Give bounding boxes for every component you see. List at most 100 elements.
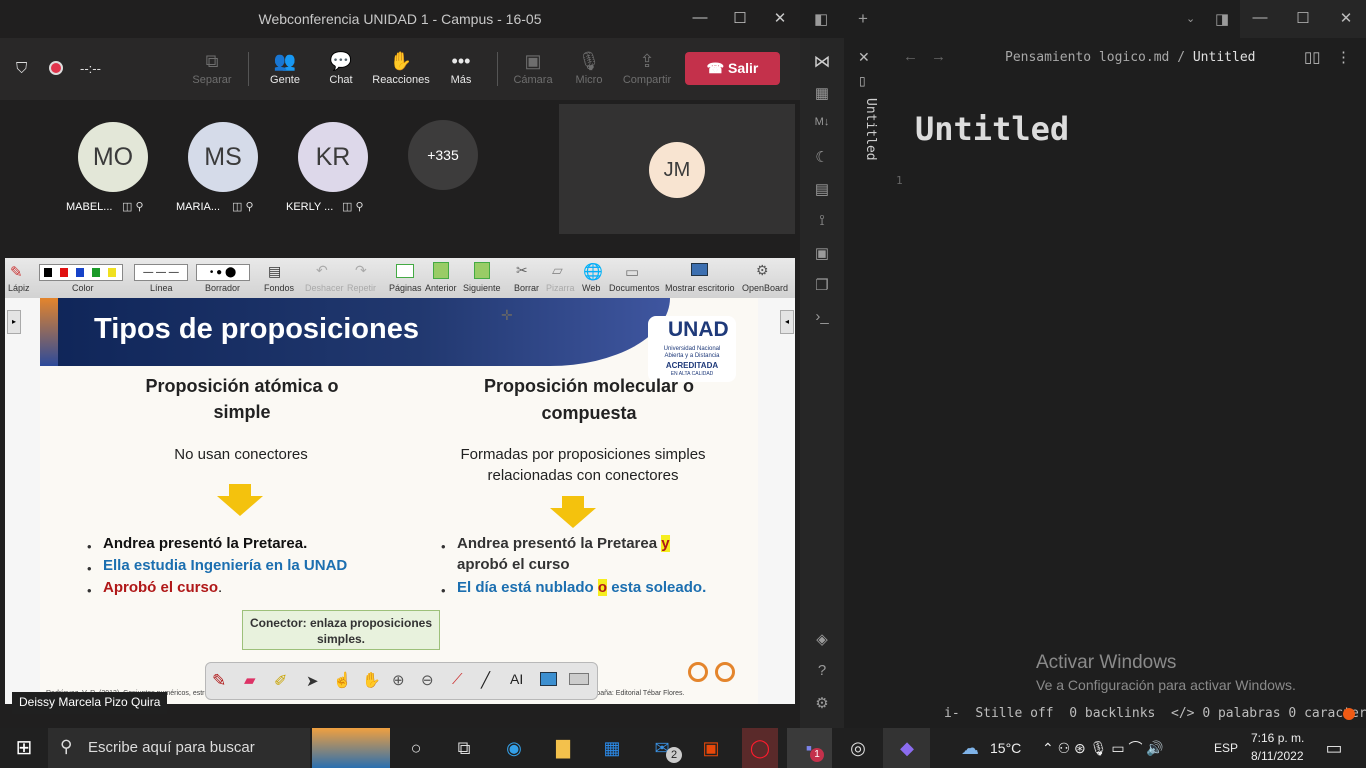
markdown-icon[interactable]: M↓ — [812, 116, 832, 136]
graph-icon[interactable]: ⟟ — [812, 212, 832, 232]
more-options-icon[interactable]: ⋮ — [1336, 48, 1351, 66]
weather-icon[interactable]: ☁ — [956, 736, 984, 760]
avatar[interactable]: KR — [298, 122, 368, 192]
redo-icon[interactable]: ↷ — [355, 262, 367, 279]
gear-icon[interactable]: ⚙ — [812, 694, 832, 714]
next-icon[interactable] — [474, 262, 490, 279]
tool-label: Deshacer — [305, 283, 344, 293]
desktop-icon[interactable] — [691, 263, 708, 276]
windows-start-icon[interactable]: ⊞ — [10, 736, 38, 760]
globe-icon[interactable]: 🌐 — [583, 262, 603, 282]
system-tray-icons[interactable]: ⌃ ⚇ ⊛ 🎙 ▭ ⌒ 🔊 — [1042, 738, 1164, 758]
highlighter-icon[interactable]: ✐ — [274, 671, 287, 691]
opera-icon[interactable]: ◯ — [746, 736, 774, 760]
capture-icon[interactable] — [540, 672, 557, 686]
vault-icon[interactable]: ◈ — [812, 630, 832, 650]
sync-status-icon[interactable] — [1343, 708, 1355, 720]
side-tab-title[interactable]: Untitled — [852, 98, 878, 168]
reading-view-icon[interactable]: ▯▯ — [1304, 48, 1321, 66]
note-title[interactable]: Untitled — [915, 110, 1069, 148]
file-search-icon[interactable]: ▤ — [812, 180, 832, 200]
previous-icon[interactable] — [433, 262, 449, 279]
eraser-icon[interactable]: ▰ — [244, 671, 256, 689]
undo-icon[interactable]: ↶ — [316, 262, 328, 279]
search-highlight-image[interactable] — [312, 728, 390, 768]
line-width-picker[interactable]: — — — — [134, 264, 188, 281]
pen-icon[interactable]: ✎ — [212, 671, 226, 691]
breadcrumb-file[interactable]: Untitled — [1193, 50, 1256, 65]
camera-button[interactable]: ▣ Cámara — [503, 48, 563, 86]
editor-area[interactable] — [915, 170, 1335, 690]
color-palette[interactable] — [39, 264, 123, 281]
shield-icon[interactable]: ⛉ — [16, 60, 27, 77]
store-icon[interactable]: ▦ — [598, 736, 626, 760]
share-button[interactable]: ⇪ Compartir — [617, 48, 677, 86]
line-icon[interactable]: ╱ — [481, 671, 490, 689]
maximize-icon[interactable]: ☐ — [1293, 9, 1313, 27]
mic-button[interactable]: 🎙 Micro — [559, 48, 619, 86]
language-indicator[interactable]: ESP — [1214, 741, 1238, 755]
calendar-icon[interactable]: ▣ — [812, 244, 832, 264]
right-sidebar-icon[interactable]: ◨ — [1215, 10, 1229, 28]
clock-time[interactable]: 7:16 p. m. — [1251, 731, 1304, 745]
gear-icon[interactable]: ⚙ — [756, 262, 769, 279]
clock-date[interactable]: 8/11/2022 — [1251, 749, 1304, 763]
close-icon[interactable]: ✕ — [1336, 9, 1356, 27]
copy-icon[interactable]: ❐ — [812, 276, 832, 296]
overflow-participants[interactable]: +335 — [408, 120, 478, 190]
minimize-icon[interactable]: — — [1250, 9, 1270, 26]
right-panel-toggle[interactable]: ◂ — [780, 310, 794, 334]
avatar[interactable]: MS — [188, 122, 258, 192]
app-icon[interactable]: ◎ — [844, 736, 872, 760]
table-icon[interactable]: ▦ — [812, 84, 832, 104]
pencil-icon[interactable]: ✎ — [10, 263, 23, 281]
help-icon[interactable]: ? — [812, 662, 832, 682]
search-box[interactable]: ⚲ Escribe aquí para buscar — [48, 728, 310, 768]
file-icon: ▯ — [859, 74, 866, 88]
chevron-down-icon[interactable]: ⌄ — [1186, 12, 1195, 25]
zoom-in-icon[interactable]: ⊕ — [392, 671, 405, 689]
laser-icon[interactable]: ⟋ — [452, 671, 463, 688]
leave-button[interactable]: ☎ Salir — [685, 52, 780, 85]
reactions-button[interactable]: ✋ Reacciones — [371, 48, 431, 86]
terminal-icon[interactable]: ›_ — [812, 308, 832, 328]
board-icon[interactable]: ▱ — [552, 262, 563, 279]
close-icon[interactable]: ✕ — [770, 9, 790, 27]
text-icon[interactable]: AI — [510, 671, 523, 687]
back-icon[interactable]: ← — [903, 48, 918, 65]
office-icon[interactable]: ▣ — [697, 736, 725, 760]
select-icon[interactable]: ☝ — [333, 671, 352, 689]
zoom-out-icon[interactable]: ⊖ — [421, 671, 434, 689]
file-explorer-icon[interactable]: ▇ — [549, 736, 577, 760]
obsidian-icon[interactable]: ◆ — [893, 736, 921, 760]
sidebar-toggle-icon[interactable]: ◧ — [814, 10, 828, 28]
more-button[interactable]: ••• Más — [431, 48, 491, 86]
vscode-icon[interactable]: ⋈ — [812, 52, 832, 72]
edge-icon[interactable]: ◉ — [500, 736, 528, 760]
breadcrumb-folder[interactable]: Pensamiento logico.md — [1005, 50, 1169, 65]
hand-icon[interactable]: ✋ — [362, 671, 381, 689]
people-button[interactable]: 👥 Gente — [255, 48, 315, 86]
pointer-icon[interactable]: ➤ — [306, 672, 319, 690]
status-stille[interactable]: Stille off — [975, 706, 1053, 721]
folder-icon[interactable]: ▭ — [625, 263, 639, 281]
forward-icon[interactable]: → — [931, 48, 946, 65]
minimize-icon[interactable]: — — [690, 9, 710, 26]
cortana-icon[interactable]: ○ — [402, 736, 430, 760]
left-panel-toggle[interactable]: ▸ — [7, 310, 21, 334]
moon-icon[interactable]: ☾ — [812, 148, 832, 168]
new-tab-icon[interactable]: + — [858, 9, 868, 29]
maximize-icon[interactable]: ☐ — [730, 9, 750, 27]
keyboard-icon[interactable] — [569, 673, 589, 685]
chat-button[interactable]: 💬 Chat — [311, 48, 371, 86]
separar-button[interactable]: ⧉ Separar — [182, 48, 242, 86]
avatar[interactable]: MO — [78, 122, 148, 192]
keyboard-icon[interactable]: ▤ — [268, 263, 281, 280]
close-icon[interactable]: ✕ — [858, 49, 870, 66]
pages-icon[interactable] — [396, 264, 414, 278]
eraser-size-picker[interactable]: • ● ⬤ — [196, 264, 250, 281]
weather-temp[interactable]: 15°C — [990, 740, 1021, 756]
notifications-icon[interactable]: ▭ — [1320, 736, 1348, 760]
clear-icon[interactable]: ✂ — [516, 262, 528, 279]
task-view-icon[interactable]: ⧉ — [450, 736, 478, 760]
